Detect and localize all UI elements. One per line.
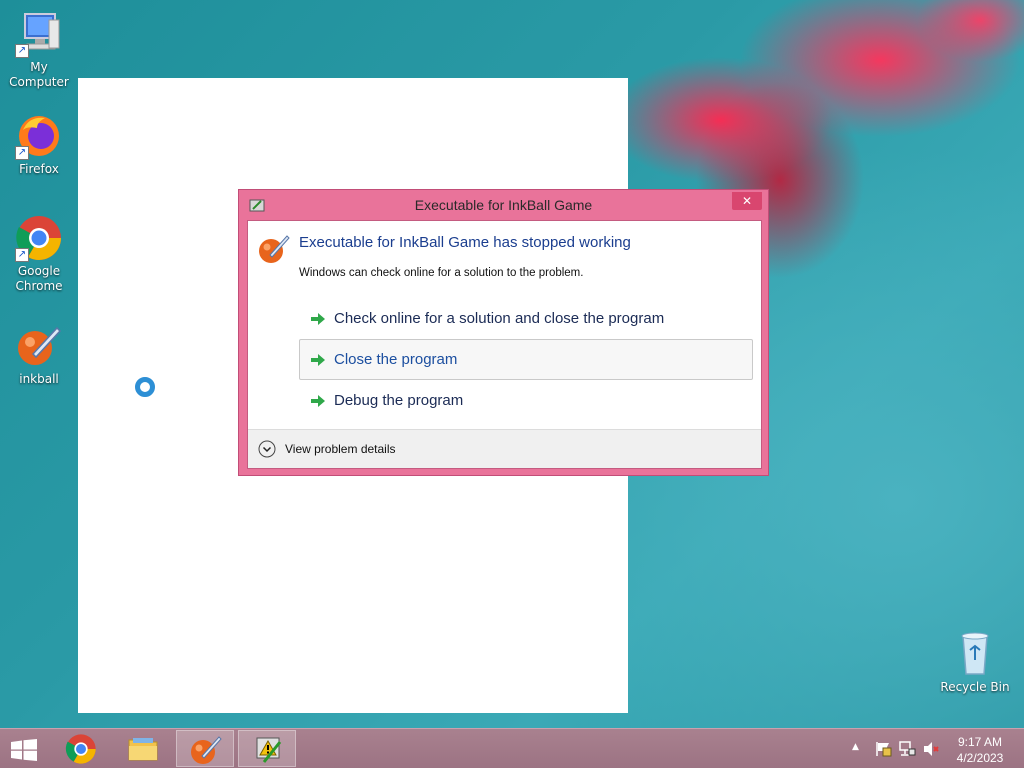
dialog-body: Executable for InkBall Game has stopped … [247,220,762,469]
shortcut-arrow-icon: ↗ [15,44,29,58]
option-label: Debug the program [334,392,464,409]
green-arrow-icon [311,312,325,325]
green-arrow-icon [311,353,325,366]
desktop-icon-my-computer[interactable]: ↗ My Computer [1,10,77,90]
inkball-icon [15,322,63,370]
firefox-icon: ↗ [15,112,63,160]
taskbar-inkball[interactable] [176,730,234,767]
error-dialog: Executable for InkBall Game ✕ Executable… [238,189,769,476]
volume-muted-icon[interactable] [922,741,940,757]
check-online-option[interactable]: Check online for a solution and close th… [299,298,753,339]
clock-date: 4/2/2023 [956,751,1004,765]
chevron-down-icon [258,440,276,458]
view-problem-details[interactable]: View problem details [248,429,761,468]
desktop-icon-recycle-bin[interactable]: Recycle Bin [937,630,1013,695]
clock-time: 9:17 AM [957,735,1003,749]
system-clock[interactable]: 9:17 AM 4/2/2023 [950,734,1010,766]
inkball-icon [259,235,290,263]
show-hidden-icons-button[interactable]: ▲ [852,742,859,752]
action-center-flag-icon[interactable] [874,741,892,757]
taskbar-file-explorer[interactable] [114,730,172,767]
folder-icon [128,738,158,761]
desktop-icon-label: inkball [19,372,59,386]
desktop-icon-label: Firefox [19,162,59,176]
shortcut-arrow-icon: ↗ [15,248,29,262]
desktop-icon-label: My Computer [9,60,69,89]
network-icon[interactable] [898,741,916,757]
green-arrow-icon [311,394,325,407]
dialog-subtext: Windows can check online for a solution … [299,267,584,279]
desktop-icon-label: Recycle Bin [940,680,1010,694]
inkball-icon [191,736,222,764]
taskbar: ▲ 9:17 AM 4/2/2023 [0,728,1024,768]
desktop-icon-label: Google Chrome [15,264,63,293]
shortcut-arrow-icon: ↗ [15,146,29,160]
desktop-icon-google-chrome[interactable]: ↗ Google Chrome [1,214,77,294]
recycle-bin-icon [951,630,999,678]
busy-cursor-icon [135,377,155,397]
windows-start-icon[interactable] [10,739,38,761]
dialog-titlebar[interactable]: Executable for InkBall Game ✕ [239,190,768,220]
dialog-heading: Executable for InkBall Game has stopped … [299,234,631,251]
details-label: View problem details [285,442,396,456]
taskbar-error-reporting[interactable] [238,730,296,767]
chrome-icon [65,734,96,764]
close-button[interactable]: ✕ [732,192,762,210]
dialog-title: Executable for InkBall Game [414,197,593,213]
taskbar-chrome[interactable] [52,730,110,767]
error-report-icon [256,737,282,763]
close-program-option[interactable]: Close the program [299,339,753,380]
debug-program-option[interactable]: Debug the program [299,380,753,421]
desktop-icon-firefox[interactable]: ↗ Firefox [1,112,77,177]
option-label: Check online for a solution and close th… [334,310,665,327]
desktop-icon-inkball[interactable]: inkball [1,322,77,387]
computer-icon: ↗ [15,10,63,58]
chrome-icon: ↗ [15,214,63,262]
option-label: Close the program [334,351,458,368]
